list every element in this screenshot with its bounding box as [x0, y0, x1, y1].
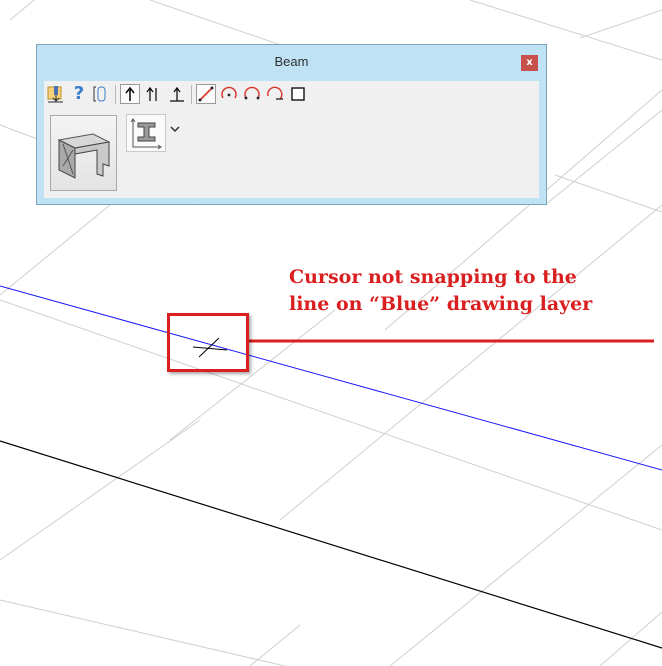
arc-3pt-icon[interactable]	[242, 84, 262, 104]
arc-tangent-icon[interactable]	[265, 84, 285, 104]
grid-line	[0, 124, 41, 141]
window-title: Beam	[274, 54, 309, 69]
grid-line	[0, 599, 286, 666]
profile-selector[interactable]	[126, 114, 166, 152]
single-direction-icon[interactable]	[120, 84, 140, 104]
cursor-highlight-box	[167, 313, 249, 372]
grid-line	[0, 204, 111, 296]
grid-line	[249, 624, 301, 666]
grid-line	[0, 419, 201, 561]
title-bar[interactable]: Beam x	[37, 45, 546, 79]
close-button[interactable]: x	[521, 55, 538, 71]
beam-properties-panel	[44, 109, 539, 198]
beam-preview[interactable]	[50, 115, 117, 191]
line-mode-icon[interactable]	[196, 84, 216, 104]
help-icon[interactable]: ?	[69, 84, 89, 104]
toolbar-separator	[115, 85, 116, 104]
annotation-line-1: Cursor not snapping to the	[289, 266, 577, 288]
chevron-down-icon[interactable]	[168, 121, 182, 137]
grid-line	[554, 174, 662, 213]
grid-line	[279, 204, 662, 521]
beam-3d-icon	[57, 133, 111, 179]
grid-line	[0, 299, 662, 531]
beam-dialog[interactable]: Beam x ?	[36, 44, 547, 205]
grid-line	[389, 444, 662, 666]
dual-direction-icon[interactable]	[143, 84, 163, 104]
black-layer-line	[0, 440, 662, 649]
toolbar-separator	[191, 85, 192, 104]
grid-line	[579, 9, 662, 39]
grid-line	[599, 611, 662, 666]
i-beam-icon	[130, 118, 162, 150]
rectangle-icon[interactable]	[288, 84, 308, 104]
link-icon[interactable]	[90, 84, 110, 104]
arc-center-icon[interactable]	[219, 84, 239, 104]
beam-toolbar: ?	[44, 81, 539, 110]
annotation-callout: Cursor not snapping to the line on “Blue…	[289, 264, 592, 318]
perpendicular-icon[interactable]	[167, 84, 187, 104]
pick-tool-icon[interactable]	[46, 84, 66, 104]
grid-line	[544, 109, 662, 206]
annotation-line-2: line on “Blue” drawing layer	[289, 293, 593, 315]
grid-line	[9, 0, 35, 21]
